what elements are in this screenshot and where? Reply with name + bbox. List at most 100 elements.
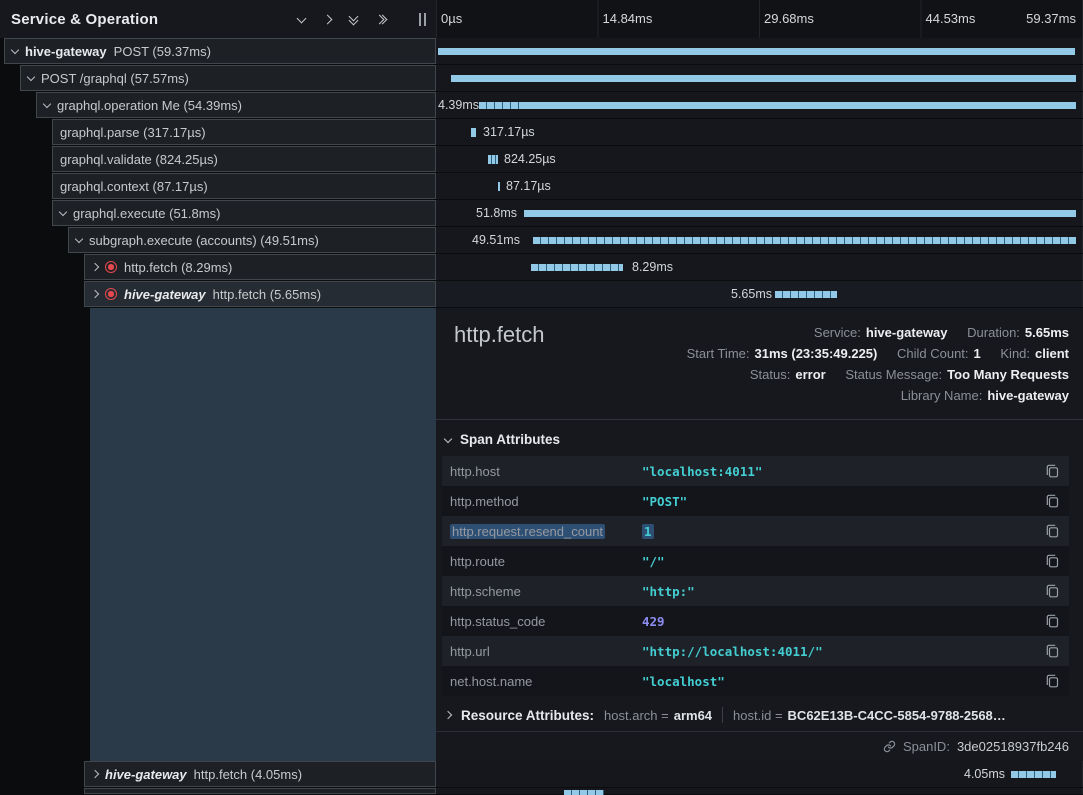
- span-label: graphql.parse (317.17µs): [60, 125, 206, 140]
- attribute-value: 1: [642, 524, 1036, 539]
- tree-row-hive-gateway-post[interactable]: hive-gateway POST (59.37ms): [4, 38, 436, 64]
- attribute-key: http.request.resend_count: [450, 524, 642, 539]
- attribute-key: http.route: [450, 554, 642, 569]
- span-duration-bar[interactable]: [531, 264, 623, 271]
- span-duration-bar[interactable]: [519, 102, 1076, 109]
- service-value: hive-gateway: [866, 325, 948, 340]
- status-message-label: Status Message:: [845, 367, 942, 382]
- span-attributes-section-header[interactable]: Span Attributes: [436, 420, 1083, 456]
- span-duration-bar[interactable]: [438, 48, 1075, 55]
- axis-tick: 59.37ms: [1026, 11, 1076, 26]
- resource-attributes-row[interactable]: Resource Attributes: host.arch =arm64 ho…: [436, 696, 1083, 731]
- chevron-down-icon[interactable]: [444, 434, 452, 442]
- span-row: graphql.operation Me (54.39ms) 4.39ms: [0, 92, 1083, 119]
- tree-row-graphql-context[interactable]: graphql.context (87.17µs): [52, 173, 436, 199]
- chevron-down-icon[interactable]: [27, 73, 35, 81]
- attribute-value: "/": [642, 554, 1036, 569]
- start-time-label: Start Time:: [687, 346, 750, 361]
- attribute-row: http.status_code 429: [442, 606, 1069, 636]
- attribute-row: http.method "POST": [442, 486, 1069, 516]
- status-message-value: Too Many Requests: [947, 367, 1069, 382]
- copy-icon[interactable]: [1046, 524, 1059, 538]
- double-chevron-right-icon[interactable]: [376, 16, 386, 23]
- tree-row-graphql-validate[interactable]: graphql.validate (824.25µs): [52, 146, 436, 172]
- span-duration-bar[interactable]: [1011, 771, 1056, 778]
- chevron-right-icon[interactable]: [444, 711, 452, 719]
- span-duration-bar[interactable]: [471, 128, 476, 137]
- span-duration-bar[interactable]: [775, 291, 837, 298]
- tree-row-post-graphql[interactable]: POST /graphql (57.57ms): [20, 65, 436, 91]
- resource-attr-key: host.id =: [733, 708, 783, 723]
- span-label: http.fetch (5.65ms): [213, 287, 321, 302]
- duration-value: 5.65ms: [1025, 325, 1069, 340]
- timeline-track: 4.05ms: [436, 761, 1083, 787]
- span-duration-bar[interactable]: [524, 210, 1076, 217]
- copy-icon[interactable]: [1046, 464, 1059, 478]
- tree-row-partial[interactable]: [84, 788, 436, 794]
- chevron-down-icon[interactable]: [297, 13, 307, 23]
- library-name-value: hive-gateway: [987, 388, 1069, 403]
- timeline-track: 87.17µs: [436, 173, 1083, 199]
- child-count-label: Child Count:: [897, 346, 969, 361]
- timeline-axis: 0µs 14.84ms 29.68ms 44.53ms 59.37ms: [436, 0, 1083, 38]
- duration-label: 5.65ms: [731, 287, 772, 301]
- tree-row-graphql-parse[interactable]: graphql.parse (317.17µs): [52, 119, 436, 145]
- span-row: http.fetch (8.29ms) 8.29ms: [0, 254, 1083, 281]
- detail-left-gutter: [0, 308, 436, 761]
- service-label: Service:: [814, 325, 861, 340]
- chevron-down-icon[interactable]: [11, 46, 19, 54]
- span-row-selected: hive-gateway http.fetch (5.65ms) 5.65ms: [0, 281, 1083, 308]
- attribute-value: "http:": [642, 584, 1036, 599]
- timeline-track: 8.29ms: [436, 254, 1083, 280]
- chevron-down-icon[interactable]: [75, 235, 83, 243]
- tree-row-graphql-execute[interactable]: graphql.execute (51.8ms): [52, 200, 436, 226]
- axis-tick: 44.53ms: [926, 11, 976, 26]
- copy-icon[interactable]: [1046, 614, 1059, 628]
- attribute-value: "localhost:4011": [642, 464, 1036, 479]
- detail-footer: SpanID: 3de02518937fb246: [436, 731, 1083, 761]
- span-duration-bar[interactable]: [533, 237, 1076, 244]
- chevron-down-icon[interactable]: [43, 100, 51, 108]
- chevron-right-icon[interactable]: [91, 770, 99, 778]
- duration-label: 49.51ms: [472, 233, 520, 247]
- copy-icon[interactable]: [1046, 644, 1059, 658]
- header: Service & Operation 0µs 14.84ms 29.68ms …: [0, 0, 1083, 38]
- span-duration-bar[interactable]: [564, 790, 604, 795]
- chevron-right-icon[interactable]: [91, 290, 99, 298]
- span-id-label: SpanID:: [903, 739, 950, 754]
- library-name-label: Library Name:: [901, 388, 983, 403]
- duration-label: 4.05ms: [964, 767, 1005, 781]
- copy-icon[interactable]: [1046, 584, 1059, 598]
- copy-icon[interactable]: [1046, 494, 1059, 508]
- timeline-track: 49.51ms: [436, 227, 1083, 253]
- tree-row-http-fetch-5ms[interactable]: hive-gateway http.fetch (5.65ms): [84, 281, 436, 307]
- tree-row-http-fetch-8ms[interactable]: http.fetch (8.29ms): [84, 254, 436, 280]
- span-duration-bar[interactable]: [498, 182, 500, 191]
- copy-icon[interactable]: [1046, 674, 1059, 688]
- tree-row-graphql-operation[interactable]: graphql.operation Me (54.39ms): [36, 92, 436, 118]
- attribute-key: http.url: [450, 644, 642, 659]
- error-status-icon: [105, 288, 117, 300]
- span-duration-bar[interactable]: [451, 75, 1076, 82]
- double-chevron-down-icon[interactable]: [350, 15, 357, 24]
- copy-icon[interactable]: [1046, 554, 1059, 568]
- attribute-row: net.host.name "localhost": [442, 666, 1069, 696]
- start-time-value: 31ms (23:35:49.225): [755, 346, 878, 361]
- attribute-key: net.host.name: [450, 674, 642, 689]
- selected-span-expansion: [90, 308, 436, 761]
- status-value: error: [795, 367, 825, 382]
- link-icon[interactable]: [883, 740, 896, 753]
- tree-row-subgraph-execute[interactable]: subgraph.execute (accounts) (49.51ms): [68, 227, 436, 253]
- chevron-down-icon[interactable]: [59, 208, 67, 216]
- attribute-row: http.request.resend_count 1: [442, 516, 1069, 546]
- tree-row-http-fetch-4ms[interactable]: hive-gateway http.fetch (4.05ms): [84, 761, 436, 787]
- span-row: hive-gateway http.fetch (4.05ms) 4.05ms: [0, 761, 1083, 788]
- panel-resize-handle[interactable]: [419, 13, 426, 26]
- timeline-track: 5.65ms: [436, 281, 1083, 307]
- span-row: subgraph.execute (accounts) (49.51ms) 49…: [0, 227, 1083, 254]
- chevron-right-icon[interactable]: [323, 14, 333, 24]
- span-duration-bar[interactable]: [479, 102, 519, 109]
- span-duration-bar[interactable]: [488, 155, 498, 164]
- chevron-right-icon[interactable]: [91, 263, 99, 271]
- span-row: POST /graphql (57.57ms): [0, 65, 1083, 92]
